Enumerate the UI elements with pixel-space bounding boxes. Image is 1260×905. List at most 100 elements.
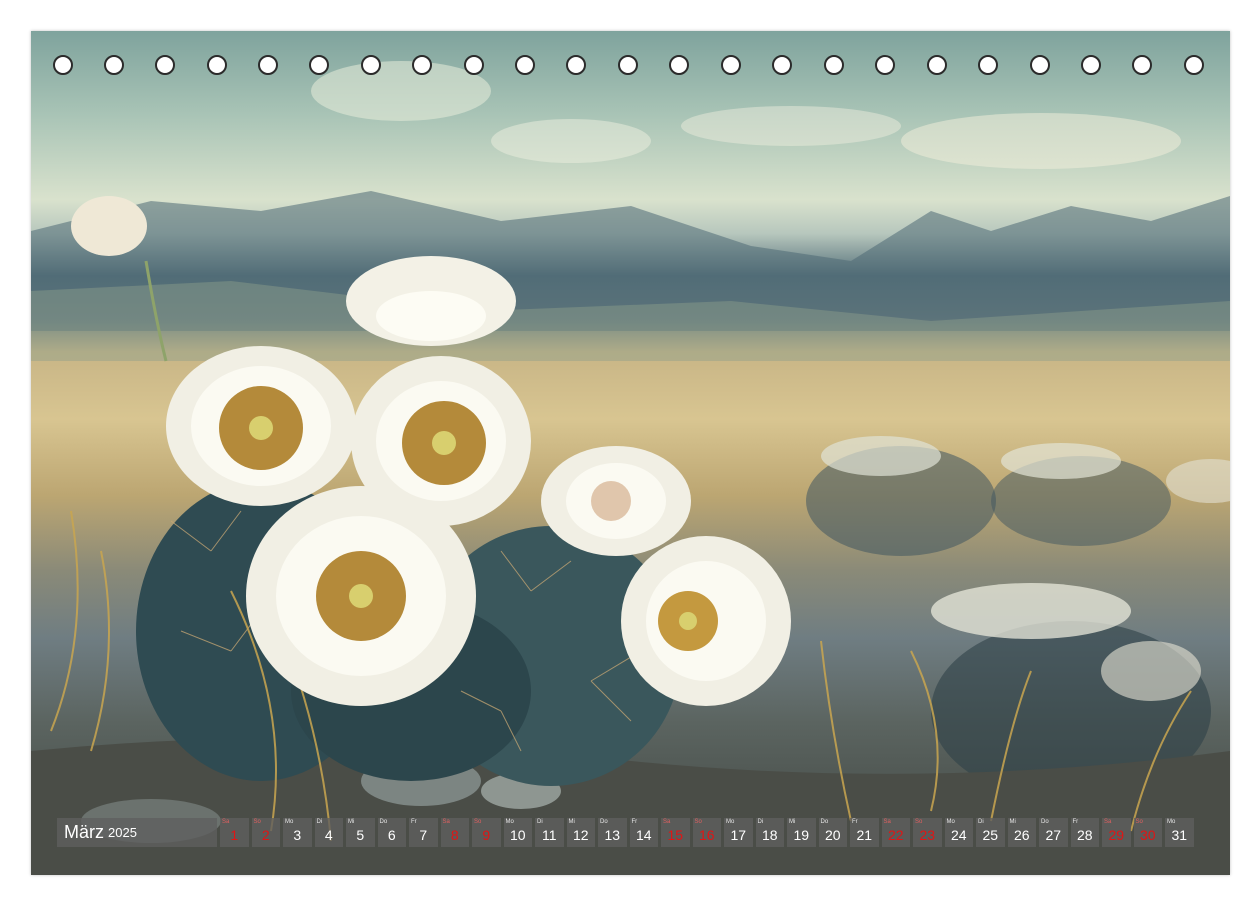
binding-hole — [772, 55, 792, 75]
flower-5 — [541, 446, 691, 556]
day-cell: Mi 12 — [566, 818, 595, 847]
weekday-label: So — [1135, 819, 1143, 825]
weekday-label: So — [694, 819, 702, 825]
day-cell: Mi 26 — [1007, 818, 1036, 847]
day-number: 28 — [1076, 827, 1093, 843]
weekday-label: So — [253, 819, 261, 825]
day-number: 3 — [293, 827, 302, 843]
weekday-label: So — [915, 819, 923, 825]
day-cell: Sa 22 — [881, 818, 910, 847]
weekday-label: Di — [316, 819, 323, 825]
flower-4 — [246, 486, 476, 706]
weekday-label: Fr — [852, 819, 858, 825]
flower-1 — [166, 346, 356, 506]
binding-hole — [1081, 55, 1101, 75]
day-cell: So 23 — [913, 818, 942, 847]
day-number: 17 — [730, 827, 747, 843]
weekday-label: Sa — [442, 819, 450, 825]
day-number: 19 — [793, 827, 810, 843]
day-number: 23 — [919, 827, 936, 843]
month-name: März — [64, 822, 104, 842]
weekday-label: Mi — [348, 819, 355, 825]
calendar-bar: März 2025 Sa 1 So 2 Mo 3 Di 4 Mi 5 Do 6 Fr 7 Sa 8 So 9 Mo 1… — [57, 818, 1197, 847]
binding-hole — [412, 55, 432, 75]
weekday-label: Mo — [505, 819, 514, 825]
day-cell: Di 18 — [755, 818, 784, 847]
day-cell: So 2 — [251, 818, 280, 847]
weekday-label: Sa — [1104, 819, 1112, 825]
day-cell: Do 20 — [818, 818, 847, 847]
binding-hole — [104, 55, 124, 75]
day-cell: Fr 7 — [409, 818, 438, 847]
day-number: 25 — [982, 827, 999, 843]
flower-3 — [346, 256, 516, 346]
day-cell: Sa 15 — [661, 818, 690, 847]
binding-hole — [53, 55, 73, 75]
binding-hole — [258, 55, 278, 75]
binding-hole — [566, 55, 586, 75]
day-number: 13 — [604, 827, 621, 843]
day-cell: Do 27 — [1039, 818, 1068, 847]
day-cell: Fr 28 — [1070, 818, 1099, 847]
month-year: 2025 — [108, 825, 137, 840]
day-number: 8 — [450, 827, 459, 843]
cactus-flower-photo — [31, 31, 1230, 875]
day-cell: Fr 21 — [850, 818, 879, 847]
month-label: März 2025 — [57, 818, 217, 847]
day-number: 12 — [572, 827, 589, 843]
day-cell: Mo 31 — [1165, 818, 1194, 847]
day-cell: Do 6 — [377, 818, 406, 847]
binding-hole — [875, 55, 895, 75]
day-number: 24 — [950, 827, 967, 843]
weekday-label: Mo — [285, 819, 294, 825]
day-cells: Sa 1 So 2 Mo 3 Di 4 Mi 5 Do 6 Fr 7 Sa 8 So 9 Mo 10 Di 11 Mi 12 D… — [220, 818, 1197, 847]
binding-hole — [978, 55, 998, 75]
day-number: 30 — [1139, 827, 1156, 843]
flower-6 — [621, 536, 791, 706]
binding-hole — [361, 55, 381, 75]
day-cell: So 30 — [1133, 818, 1162, 847]
day-number: 27 — [1045, 827, 1062, 843]
binding-hole — [618, 55, 638, 75]
day-number: 26 — [1013, 827, 1030, 843]
day-cell: So 9 — [472, 818, 501, 847]
binding-hole — [464, 55, 484, 75]
day-cell: Mo 3 — [283, 818, 312, 847]
day-number: 1 — [230, 827, 239, 843]
binding-hole — [927, 55, 947, 75]
binding-hole — [207, 55, 227, 75]
weekday-label: Sa — [663, 819, 671, 825]
day-cell: Mi 5 — [346, 818, 375, 847]
weekday-label: Do — [379, 819, 388, 825]
day-number: 2 — [261, 827, 270, 843]
weekday-label: Do — [820, 819, 829, 825]
weekday-label: Di — [537, 819, 543, 825]
binding-hole — [669, 55, 689, 75]
day-number: 6 — [387, 827, 396, 843]
day-cell: Do 13 — [598, 818, 627, 847]
weekday-label: Do — [600, 819, 608, 825]
weekday-label: Fr — [631, 819, 638, 825]
day-number: 4 — [324, 827, 333, 843]
day-cell: Mo 17 — [724, 818, 753, 847]
binding-hole — [309, 55, 329, 75]
day-cell: Mo 10 — [503, 818, 532, 847]
day-number: 29 — [1108, 827, 1125, 843]
day-cell: Sa 8 — [440, 818, 469, 847]
day-cell: Sa 29 — [1102, 818, 1131, 847]
weekday-label: So — [474, 819, 482, 825]
weekday-label: Di — [978, 819, 984, 825]
cactus-scene — [31, 61, 1230, 875]
binding-hole — [155, 55, 175, 75]
day-number: 20 — [824, 827, 841, 843]
day-cell: Di 11 — [535, 818, 564, 847]
weekday-label: Mi — [568, 819, 575, 825]
binding-hole — [1184, 55, 1204, 75]
day-number: 7 — [419, 827, 428, 843]
day-number: 11 — [541, 827, 557, 843]
day-number: 14 — [635, 827, 652, 843]
day-number: 18 — [761, 827, 778, 843]
day-cell: Fr 14 — [629, 818, 658, 847]
day-number: 16 — [698, 827, 715, 843]
weekday-label: Sa — [222, 819, 230, 825]
